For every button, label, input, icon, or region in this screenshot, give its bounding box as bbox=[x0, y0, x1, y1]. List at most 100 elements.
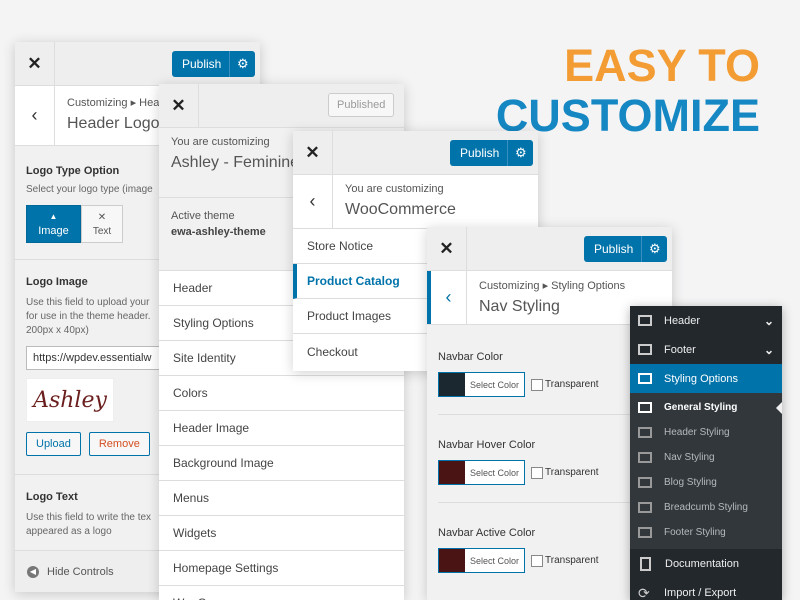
menu-item-woocommerce[interactable]: WooCommerce bbox=[159, 586, 404, 600]
admin-submenu-item-general-styling[interactable]: General Styling bbox=[630, 395, 782, 420]
gear-icon[interactable]: ⚙ bbox=[641, 236, 667, 262]
collapse-icon: ◀ bbox=[27, 565, 39, 578]
admin-menu-item-styling-options[interactable]: Styling Options bbox=[630, 364, 782, 393]
logo-preview-text: Ashley bbox=[33, 387, 107, 413]
admin-submenu: General Styling Header Styling Nav Styli… bbox=[630, 393, 782, 549]
menu-item-homepage-settings[interactable]: Homepage Settings bbox=[159, 551, 404, 586]
panel-icon bbox=[638, 344, 652, 355]
close-icon[interactable]: ✕ bbox=[15, 42, 55, 86]
menu-item-colors[interactable]: Colors bbox=[159, 376, 404, 411]
navbar-hover-color-picker[interactable]: Select Color bbox=[438, 460, 526, 485]
menu-item-background-image[interactable]: Background Image bbox=[159, 446, 404, 481]
admin-submenu-item-footer-styling[interactable]: Footer Styling bbox=[630, 520, 782, 545]
close-small-icon: ✕ bbox=[97, 211, 107, 223]
image-type-label: Image bbox=[38, 224, 69, 237]
admin-menu-label: General Styling bbox=[664, 402, 738, 413]
panel-icon bbox=[638, 373, 652, 384]
chevron-down-icon: ⌄ bbox=[763, 342, 774, 357]
navbar-active-color-label: Navbar Active Color bbox=[438, 527, 536, 539]
gear-icon[interactable]: ⚙ bbox=[229, 51, 255, 77]
panel4-topbar: ✕ Publish ⚙ bbox=[427, 227, 672, 271]
clipboard-icon bbox=[640, 556, 651, 571]
panel-icon bbox=[638, 527, 652, 538]
menu-item-header-image[interactable]: Header Image bbox=[159, 411, 404, 446]
color-swatch bbox=[439, 549, 465, 572]
close-icon[interactable]: ✕ bbox=[293, 131, 333, 175]
publish-label: Publish bbox=[460, 146, 500, 160]
navbar-active-color-picker[interactable]: Select Color bbox=[438, 548, 526, 573]
publish-label: Publish bbox=[594, 242, 634, 256]
admin-menu-label: Footer bbox=[664, 343, 696, 356]
publish-button[interactable]: Publish ⚙ bbox=[172, 51, 256, 77]
panel1-topbar: ✕ Publish ⚙ bbox=[15, 42, 260, 86]
publish-label: Publish bbox=[182, 57, 222, 71]
panel-icon bbox=[638, 477, 652, 488]
text-type-button[interactable]: ✕ Text bbox=[81, 205, 123, 243]
admin-menu-label: Styling Options bbox=[664, 372, 738, 385]
breadcrumb: Customizing ▸ Hea bbox=[67, 97, 160, 109]
section-title: Header Logo bbox=[67, 115, 160, 132]
logo-preview: Ashley bbox=[26, 378, 114, 422]
admin-menu-item-documentation[interactable]: Documentation bbox=[630, 549, 782, 578]
admin-menu-label: Breadcumb Styling bbox=[664, 502, 748, 513]
panel-icon bbox=[638, 427, 652, 438]
section-title: Nav Styling bbox=[479, 298, 560, 315]
back-arrow-icon[interactable]: ‹ bbox=[15, 86, 55, 145]
transparent-label: Transparent bbox=[545, 555, 599, 566]
panel-icon bbox=[638, 402, 652, 413]
navbar-hover-color-label: Navbar Hover Color bbox=[438, 439, 536, 451]
color-swatch bbox=[439, 373, 465, 396]
admin-submenu-item-header-styling[interactable]: Header Styling bbox=[630, 420, 782, 445]
headline-line1: EASY TO bbox=[564, 40, 760, 91]
menu-item-widgets[interactable]: Widgets bbox=[159, 516, 404, 551]
section-title: WooCommerce bbox=[345, 201, 456, 218]
admin-menu-label: Header bbox=[664, 314, 701, 327]
select-color-label: Select Color bbox=[470, 379, 520, 390]
admin-menu-item-import-export[interactable]: ⟳ Import / Export bbox=[630, 578, 782, 600]
gear-icon[interactable]: ⚙ bbox=[507, 140, 533, 166]
hide-controls-label: Hide Controls bbox=[47, 565, 114, 578]
close-icon[interactable]: ✕ bbox=[427, 227, 467, 271]
remove-button[interactable]: Remove bbox=[88, 432, 150, 456]
panel-icon bbox=[638, 502, 652, 513]
admin-submenu-item-blog-styling[interactable]: Blog Styling bbox=[630, 470, 782, 495]
close-icon[interactable]: ✕ bbox=[159, 84, 199, 128]
transparent-checkbox[interactable] bbox=[531, 554, 544, 567]
select-color-label: Select Color bbox=[470, 467, 520, 478]
navbar-color-picker[interactable]: Select Color bbox=[438, 372, 526, 397]
upload-button[interactable]: Upload bbox=[26, 432, 81, 456]
menu-item-menus[interactable]: Menus bbox=[159, 481, 404, 516]
color-setting-navbar: Navbar Color Select Color Transparent bbox=[438, 351, 662, 397]
admin-menu-label: Nav Styling bbox=[664, 452, 715, 463]
panel-icon bbox=[638, 315, 652, 326]
publish-button[interactable]: Publish ⚙ bbox=[450, 140, 534, 166]
chevron-down-icon: ⌄ bbox=[763, 313, 774, 328]
transparent-checkbox[interactable] bbox=[531, 466, 544, 479]
select-color-label: Select Color bbox=[470, 555, 520, 566]
image-type-button[interactable]: ▲ Image bbox=[26, 205, 81, 243]
navbar-color-label: Navbar Color bbox=[438, 351, 503, 363]
admin-menu-label: Footer Styling bbox=[664, 527, 726, 538]
color-setting-navbar-active: Navbar Active Color Select Color Transpa… bbox=[438, 527, 662, 573]
admin-menu-label: Header Styling bbox=[664, 427, 730, 438]
transparent-label: Transparent bbox=[545, 467, 599, 478]
text-type-label: Text bbox=[92, 225, 112, 237]
breadcrumb: Customizing ▸ Styling Options bbox=[479, 280, 626, 292]
admin-menu-item-footer[interactable]: Footer ⌄ bbox=[630, 335, 782, 364]
admin-menu-item-header[interactable]: Header ⌄ bbox=[630, 306, 782, 335]
admin-menu-label: Import / Export bbox=[664, 586, 737, 599]
panel3-header: ‹ You are customizing WooCommerce bbox=[293, 175, 538, 229]
color-setting-navbar-hover: Navbar Hover Color Select Color Transpar… bbox=[438, 439, 662, 485]
admin-menu-label: Documentation bbox=[665, 557, 739, 570]
caret-up-icon: ▲ bbox=[49, 211, 58, 221]
back-arrow-icon[interactable]: ‹ bbox=[293, 175, 333, 228]
admin-submenu-item-breadcumb-styling[interactable]: Breadcumb Styling bbox=[630, 495, 782, 520]
transparent-checkbox[interactable] bbox=[531, 378, 544, 391]
panel2-topbar: ✕ Published bbox=[159, 84, 404, 128]
refresh-icon: ⟳ bbox=[638, 584, 650, 600]
publish-button[interactable]: Publish ⚙ bbox=[584, 236, 668, 262]
admin-submenu-item-nav-styling[interactable]: Nav Styling bbox=[630, 445, 782, 470]
color-swatch bbox=[439, 461, 465, 484]
current-indicator-icon bbox=[776, 402, 782, 414]
back-arrow-icon[interactable]: ‹ bbox=[427, 271, 467, 324]
